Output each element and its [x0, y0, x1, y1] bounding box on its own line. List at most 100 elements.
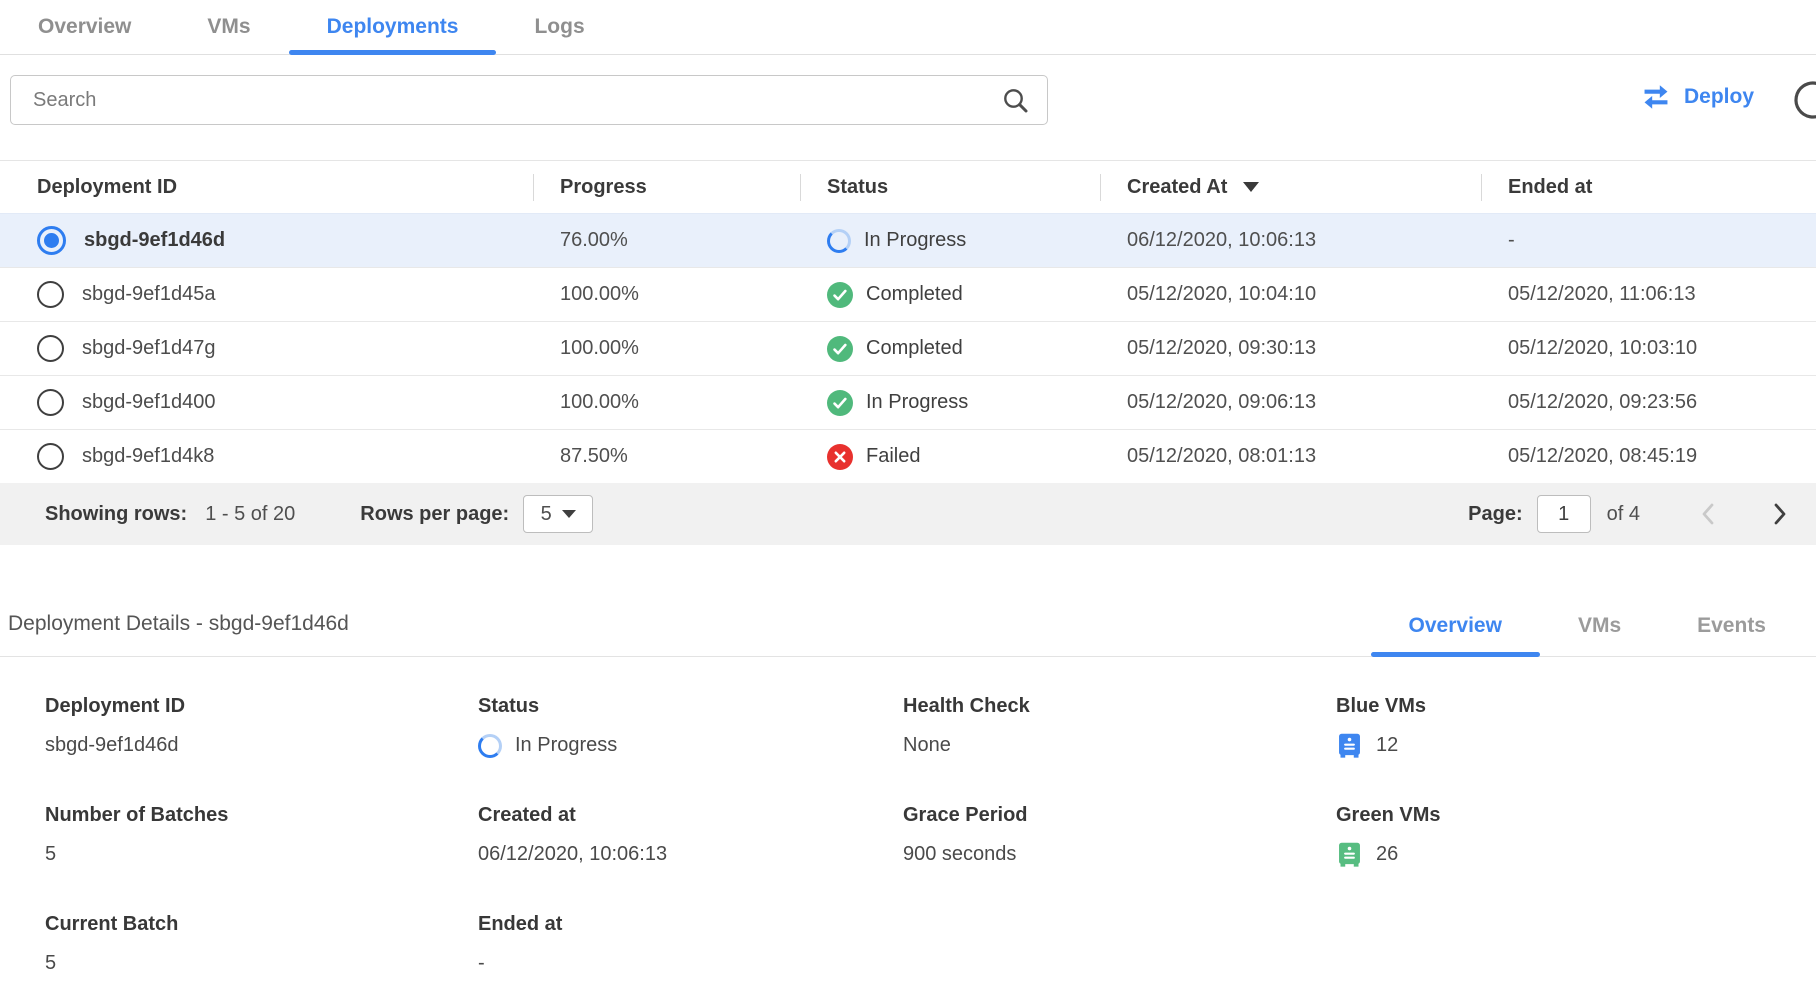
radio-unselected-icon[interactable] [37, 335, 64, 362]
deployment-id-value: sbgd-9ef1d400 [82, 391, 215, 414]
field-current-batch: Current Batch 5 [45, 913, 478, 977]
column-header-status[interactable]: Status [800, 161, 1100, 213]
table-row-sbgd-9ef1d46d[interactable]: sbgd-9ef1d46d 76.00% In Progress 06/12/2… [0, 213, 1816, 267]
ended-at-value: 05/12/2020, 08:45:19 [1481, 445, 1816, 468]
status-label: Completed [866, 283, 963, 306]
progress-value: 100.00% [533, 337, 800, 360]
details-tab-vms[interactable]: VMs [1540, 595, 1659, 656]
table-row-sbgd-9ef1d4k8[interactable]: sbgd-9ef1d4k8 87.50% Failed 05/12/2020, … [0, 429, 1816, 483]
field-label: Grace Period [903, 804, 1336, 827]
spinner-icon [478, 734, 502, 758]
field-blue-vms: Blue VMs 12 [1336, 695, 1816, 759]
deployments-table: Deployment ID Progress Status Created At… [0, 160, 1816, 545]
column-header-deployment-id[interactable]: Deployment ID [0, 161, 533, 213]
deploy-button[interactable]: Deploy [1640, 83, 1754, 111]
x-circle-icon [827, 444, 853, 470]
check-circle-icon [827, 282, 853, 308]
page-number-box [1537, 495, 1591, 533]
field-value: 12 [1376, 734, 1398, 757]
radio-unselected-icon[interactable] [37, 281, 64, 308]
created-at-value: 05/12/2020, 09:06:13 [1100, 391, 1481, 414]
progress-value: 87.50% [533, 445, 800, 468]
table-footer: Showing rows: 1 - 5 of 20 Rows per page:… [0, 483, 1816, 545]
check-circle-icon [827, 390, 853, 416]
column-header-ended-at[interactable]: Ended at [1481, 161, 1816, 213]
search-input[interactable] [11, 76, 1002, 124]
field-label: Ended at [478, 913, 903, 936]
column-header-progress[interactable]: Progress [533, 161, 800, 213]
search-box [10, 75, 1048, 125]
page-total: of 4 [1607, 503, 1640, 526]
tab-vms-label: VMs [207, 15, 250, 39]
status-label: In Progress [864, 229, 966, 252]
field-value: 26 [1376, 843, 1398, 866]
ended-at-value: 05/12/2020, 09:23:56 [1481, 391, 1816, 414]
swap-horizontal-arrows-icon [1640, 83, 1672, 111]
created-at-value: 05/12/2020, 09:30:13 [1100, 337, 1481, 360]
field-value: 5 [45, 841, 478, 868]
check-circle-icon [827, 336, 853, 362]
page-number-input[interactable] [1538, 503, 1590, 526]
tab-overview-label: Overview [38, 15, 131, 39]
tab-logs[interactable]: Logs [496, 0, 622, 54]
table-row-sbgd-9ef1d45a[interactable]: sbgd-9ef1d45a 100.00% Completed 05/12/20… [0, 267, 1816, 321]
ended-at-value: 05/12/2020, 11:06:13 [1481, 283, 1816, 306]
radio-unselected-icon[interactable] [37, 389, 64, 416]
refresh-icon[interactable] [1790, 77, 1816, 123]
server-icon-green [1336, 841, 1363, 868]
field-label: Deployment ID [45, 695, 478, 718]
tab-deployments[interactable]: Deployments [289, 0, 497, 54]
field-value: In Progress [515, 734, 617, 757]
showing-rows-label: Showing rows: [45, 503, 187, 526]
status-label: Completed [866, 337, 963, 360]
field-green-vms: Green VMs 26 [1336, 804, 1816, 868]
table-row-sbgd-9ef1d400[interactable]: sbgd-9ef1d400 100.00% In Progress 05/12/… [0, 375, 1816, 429]
spinner-icon [827, 229, 851, 253]
sort-descending-caret-icon [1243, 182, 1259, 192]
page-label: Page: [1468, 503, 1522, 526]
field-status: Status In Progress [478, 695, 903, 759]
field-value: 5 [45, 950, 478, 977]
next-page-button[interactable] [1770, 500, 1790, 528]
column-label: Status [827, 176, 888, 199]
column-label: Deployment ID [37, 176, 177, 199]
tab-overview[interactable]: Overview [0, 0, 169, 54]
field-value: - [478, 950, 903, 977]
field-label: Green VMs [1336, 804, 1816, 827]
showing-rows-value: 1 - 5 of 20 [205, 503, 295, 526]
progress-value: 76.00% [533, 229, 800, 252]
created-at-value: 05/12/2020, 10:04:10 [1100, 283, 1481, 306]
ended-at-value: - [1481, 229, 1816, 252]
created-at-value: 05/12/2020, 08:01:13 [1100, 445, 1481, 468]
rows-per-page-select[interactable]: 5 [523, 495, 593, 533]
rows-per-page-label: Rows per page: [360, 503, 509, 526]
field-value: 06/12/2020, 10:06:13 [478, 841, 903, 868]
radio-unselected-icon[interactable] [37, 443, 64, 470]
field-label: Number of Batches [45, 804, 478, 827]
field-value: None [903, 732, 1336, 759]
tab-vms[interactable]: VMs [169, 0, 288, 54]
column-label: Created At [1127, 176, 1227, 199]
created-at-value: 06/12/2020, 10:06:13 [1100, 229, 1481, 252]
column-header-created-at[interactable]: Created At [1100, 161, 1481, 213]
column-label: Ended at [1508, 176, 1592, 199]
details-tab-overview[interactable]: Overview [1371, 595, 1540, 656]
details-tabbar: Overview VMs Events [1371, 595, 1804, 656]
details-tab-events-label: Events [1697, 614, 1766, 638]
field-ended-at: Ended at - [478, 913, 903, 977]
field-health-check: Health Check None [903, 695, 1336, 759]
previous-page-button[interactable] [1698, 500, 1718, 528]
details-tab-events[interactable]: Events [1659, 595, 1804, 656]
toolbar: Deploy [0, 75, 1816, 127]
details-grid: Deployment ID sbgd-9ef1d46d Status In Pr… [0, 657, 1816, 977]
table-header-row: Deployment ID Progress Status Created At… [0, 160, 1816, 213]
radio-selected-icon[interactable] [37, 226, 66, 255]
field-label: Created at [478, 804, 903, 827]
rows-per-page-value: 5 [541, 503, 552, 526]
table-row-sbgd-9ef1d47g[interactable]: sbgd-9ef1d47g 100.00% Completed 05/12/20… [0, 321, 1816, 375]
chevron-left-icon [1698, 500, 1718, 528]
deploy-button-label: Deploy [1684, 85, 1754, 109]
status-label: Failed [866, 445, 920, 468]
field-deployment-id: Deployment ID sbgd-9ef1d46d [45, 695, 478, 759]
field-label: Status [478, 695, 903, 718]
